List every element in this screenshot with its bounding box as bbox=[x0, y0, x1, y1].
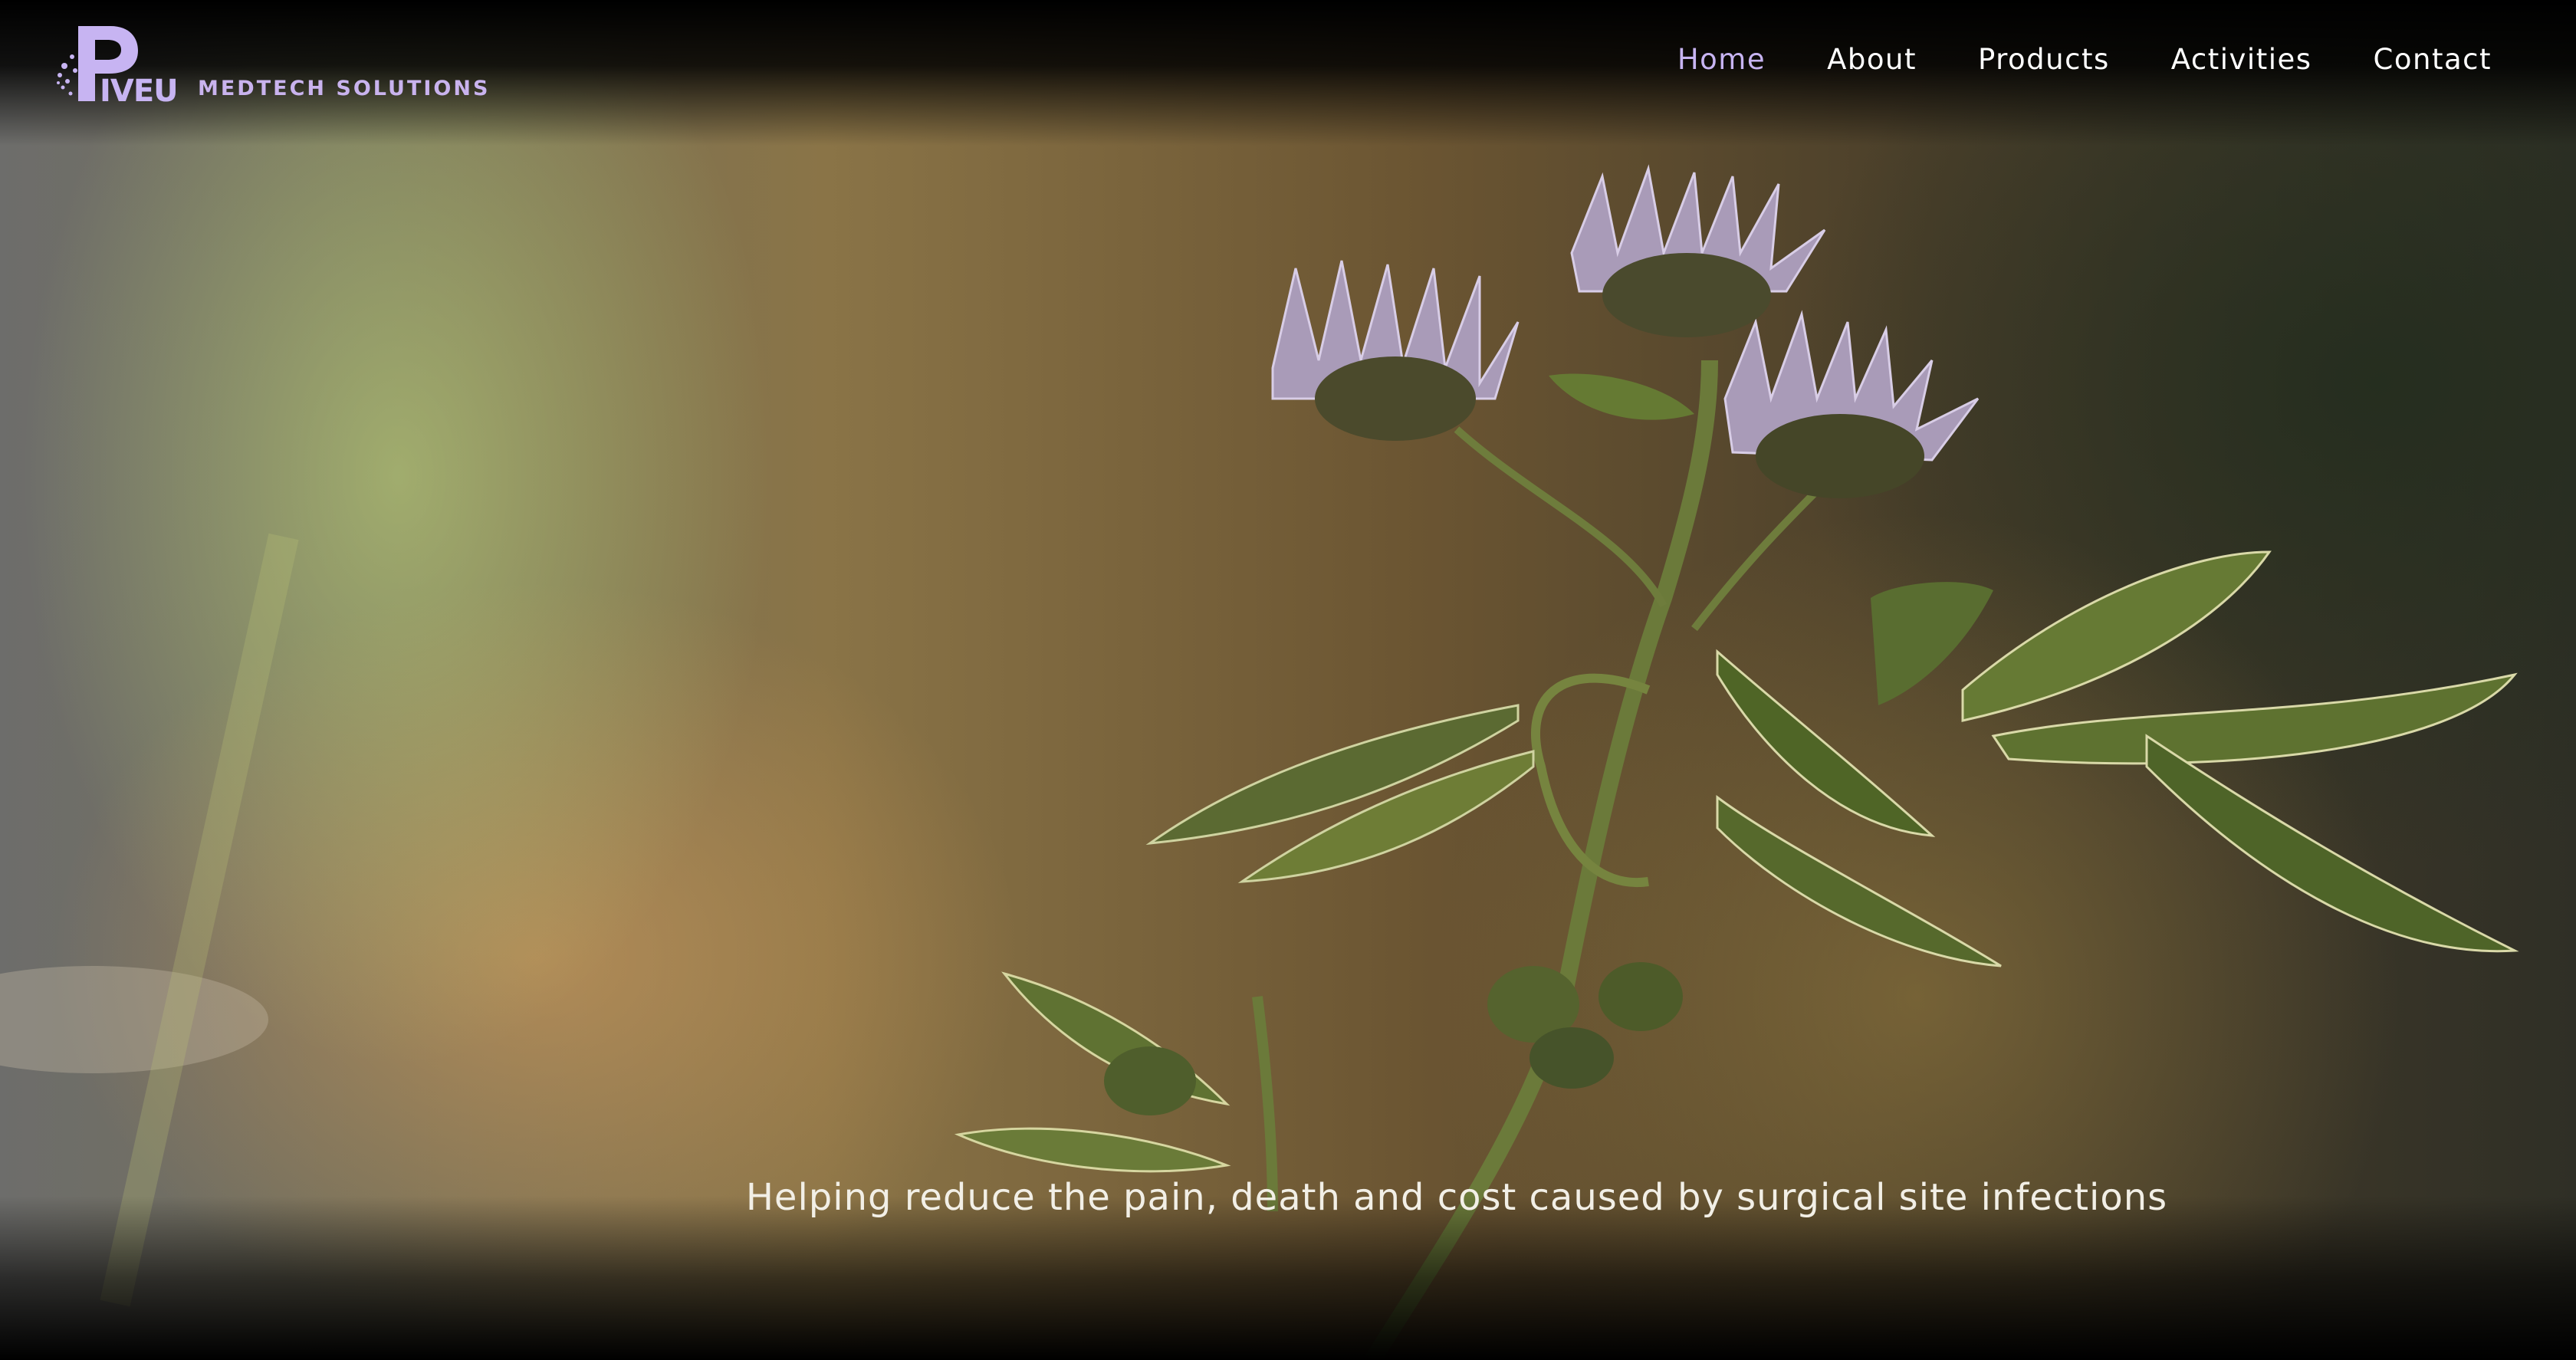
main-nav: Home About Products Activities Contact bbox=[1616, 43, 2492, 76]
site-header: IVEU MEDTECH SOLUTIONS Home About Produc… bbox=[0, 0, 2576, 130]
nav-item-about[interactable]: About bbox=[1827, 43, 1917, 76]
nav-item-activities[interactable]: Activities bbox=[2171, 43, 2312, 76]
nav-item-products[interactable]: Products bbox=[1978, 43, 2110, 76]
nav-item-contact[interactable]: Contact bbox=[2374, 43, 2492, 76]
hero-tagline: Helping reduce the pain, death and cost … bbox=[745, 1176, 2168, 1219]
brand-logo[interactable]: IVEU MEDTECH SOLUTIONS bbox=[55, 20, 488, 106]
brand-subtitle: MEDTECH SOLUTIONS bbox=[198, 77, 491, 100]
flower-illustration bbox=[0, 164, 2519, 1360]
svg-text:IVEU: IVEU bbox=[100, 74, 178, 106]
nav-item-home[interactable]: Home bbox=[1677, 43, 1766, 76]
bottom-shade-overlay bbox=[0, 1196, 2576, 1360]
hero-background-image bbox=[0, 0, 2576, 1360]
piveu-logo-icon: IVEU bbox=[57, 26, 179, 106]
